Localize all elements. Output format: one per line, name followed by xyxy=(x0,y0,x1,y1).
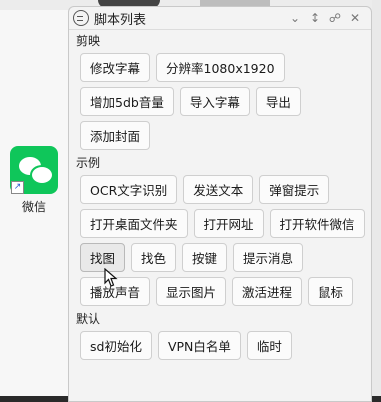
button-row: 播放声音 显示图片 激活进程 鼠标 xyxy=(80,277,371,308)
button-row: OCR文字识别 发送文本 弹窗提示 xyxy=(80,175,371,206)
desktop-icon-label: 微信 xyxy=(21,200,46,214)
script-button[interactable]: VPN白名单 xyxy=(157,331,241,360)
button-row: sd初始化 VPN白名单 临时 xyxy=(80,331,371,362)
script-button[interactable]: 打开桌面文件夹 xyxy=(80,209,188,238)
desktop-icon-wechat[interactable]: ↗ 微信 xyxy=(8,146,60,215)
shortcut-arrow-icon: ↗ xyxy=(11,181,24,194)
script-button[interactable]: 显示图片 xyxy=(156,277,227,306)
script-button[interactable]: OCR文字识别 xyxy=(80,175,178,204)
script-button[interactable]: 添加封面 xyxy=(80,121,151,150)
script-button[interactable]: 提示消息 xyxy=(233,243,304,272)
close-icon[interactable]: ✕ xyxy=(345,11,365,25)
section-title: 默认 xyxy=(76,312,101,326)
mouse-cursor-icon xyxy=(104,268,118,287)
section-title: 剪映 xyxy=(76,34,101,48)
script-button[interactable]: 按键 xyxy=(182,243,228,272)
section: 剪映 修改字幕 分辨率1080x1920 增加5db音量 导入字幕 导出 添加封面 xyxy=(69,30,371,152)
script-button[interactable]: 打开软件微信 xyxy=(269,209,365,238)
panel-title: 脚本列表 xyxy=(94,12,147,28)
script-button[interactable]: sd初始化 xyxy=(80,331,152,360)
button-row: 增加5db音量 导入字幕 导出 xyxy=(80,87,371,118)
script-button[interactable]: 分辨率1080x1920 xyxy=(156,53,285,82)
button-row: 打开桌面文件夹 打开网址 打开软件微信 xyxy=(80,209,371,240)
script-button[interactable]: 弹窗提示 xyxy=(259,175,330,204)
app-icon xyxy=(73,10,89,26)
script-button[interactable]: 增加5db音量 xyxy=(80,87,174,116)
panel-titlebar[interactable]: 脚本列表 ⌄ ↕ ☍ ✕ xyxy=(69,7,371,30)
link-icon[interactable]: ☍ xyxy=(325,11,345,25)
button-row: 找图 找色 按键 提示消息 xyxy=(80,243,371,274)
script-button[interactable]: 修改字幕 xyxy=(80,53,151,82)
script-button[interactable]: 激活进程 xyxy=(232,277,303,306)
script-list-panel: 脚本列表 ⌄ ↕ ☍ ✕ 剪映 修改字幕 分辨率1080x1920 增加5db音量 导入… xyxy=(68,6,372,402)
script-button[interactable]: 导入字幕 xyxy=(179,87,250,116)
resize-icon[interactable]: ↕ xyxy=(305,11,325,25)
script-button[interactable]: 打开网址 xyxy=(193,209,264,238)
section: 默认 sd初始化 VPN白名单 临时 xyxy=(69,308,371,362)
script-button[interactable]: 临时 xyxy=(246,331,292,360)
section-title: 示例 xyxy=(76,156,101,170)
script-button[interactable]: 发送文本 xyxy=(183,175,254,204)
script-button[interactable]: 导出 xyxy=(255,87,301,116)
button-row: 修改字幕 分辨率1080x1920 xyxy=(80,53,371,84)
button-row: 添加封面 xyxy=(80,121,371,152)
script-button[interactable]: 鼠标 xyxy=(308,277,354,306)
chevron-down-icon[interactable]: ⌄ xyxy=(285,11,305,25)
wechat-icon: ↗ xyxy=(10,146,58,194)
script-button[interactable]: 找色 xyxy=(131,243,177,272)
script-button[interactable]: 找图 xyxy=(80,243,126,272)
